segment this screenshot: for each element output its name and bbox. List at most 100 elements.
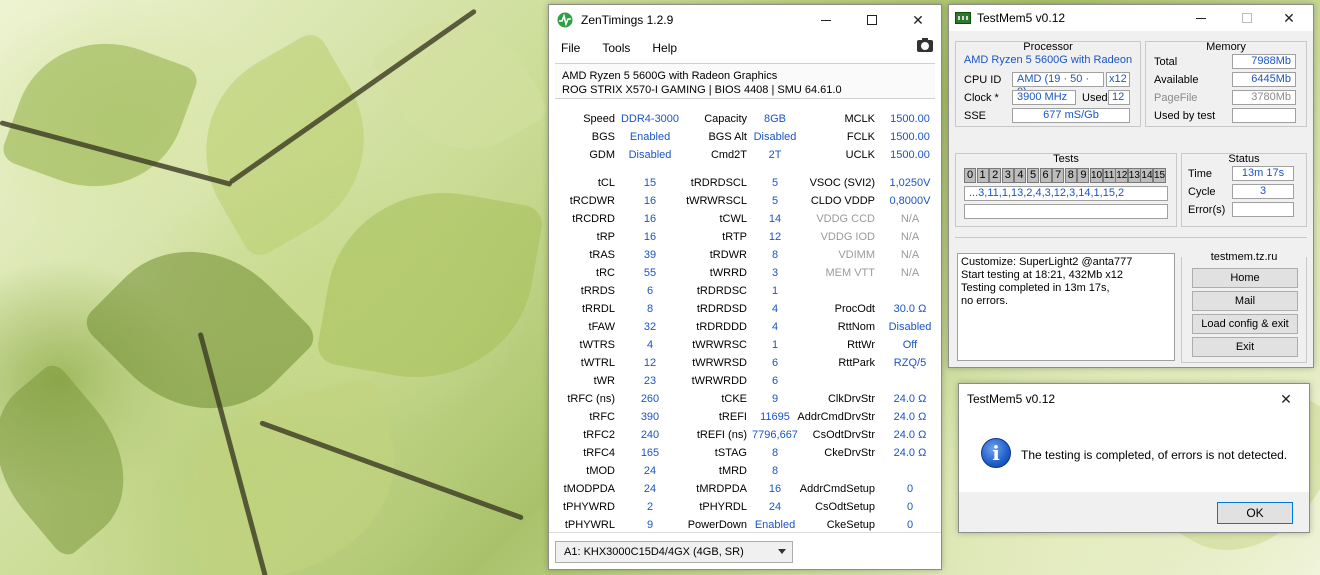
timing-label: tRFC (ns) [567,393,615,405]
timing-value: 8 [771,447,779,459]
test-cell: 12 [1115,168,1129,183]
tm-close-button[interactable]: ✕ [1269,5,1309,31]
dialog-close-button[interactable]: ✕ [1263,384,1309,414]
menu-help[interactable]: Help [652,41,677,55]
processor-name: AMD Ryzen 5 5600G with Radeon [963,54,1133,66]
used-by-test-label: Used by test [1154,110,1216,122]
test-cell: 8 [1064,168,1077,183]
timing-label: tWRWRSD [692,357,747,369]
menu-file[interactable]: File [561,41,580,55]
timing-value: 14 [768,213,782,225]
zentimings-app-icon [557,12,573,28]
testmem-window: TestMem5 v0.12 ✕ Processor AMD Ryzen 5 5… [948,4,1314,368]
timing-value: 7796,667 [752,429,798,441]
footer-divider [549,532,941,533]
timing-label: tMOD [586,465,615,477]
test-cell: 13 [1127,168,1141,183]
mail-button[interactable]: Mail [1192,291,1298,311]
param-label: AddrCmdSetup [799,483,875,495]
test-progress [964,204,1168,219]
errors-value [1232,202,1294,217]
param-value: 1500.00 [890,131,930,143]
timing-value: 2 [646,501,654,513]
timing-label: tRCDWR [569,195,615,207]
timing-label: tRC [596,267,615,279]
timing-row: tRAS 39 tRDWR 8 VDIMM N/A [555,247,937,265]
timing-label: tRFC [589,411,615,423]
time-label: Time [1188,168,1213,180]
timing-value: 390 [640,411,660,423]
timing-row: tMODPDA 24 tMRDPDA 16 AddrCmdSetup 0 [555,481,937,499]
timing-label: tCWL [719,213,748,225]
menu-bar: File Tools Help [549,35,941,61]
timing-label: BGS [591,131,615,143]
param-label: MCLK [844,113,875,125]
param-label: CkeSetup [826,519,875,531]
zentimings-titlebar[interactable]: ZenTimings 1.2.9 ✕ [549,5,941,35]
timing-row: BGS Enabled BGS Alt Disabled FCLK 1500.00 [555,129,937,147]
screenshot-camera-icon[interactable] [917,38,933,52]
timing-value: 8GB [763,113,786,125]
clock-value: 3900 MHz [1012,90,1076,105]
timings-grid: Speed DDR4-3000 Capacity 8GB MCLK 1500.00 BGS E… [555,111,937,535]
timing-value: 2T [768,149,782,161]
timing-value: 16 [643,213,657,225]
testmem-titlebar[interactable]: TestMem5 v0.12 ✕ [949,5,1313,31]
timing-row: tRFC (ns) 260 tCKE 9 ClkDrvStr 24.0 Ω [555,391,937,409]
maximize-button[interactable] [849,5,895,35]
time-value: 13m 17s [1232,166,1294,181]
close-button[interactable]: ✕ [895,5,941,35]
param-label: RttWr [847,339,875,351]
test-cell: 0 [964,168,976,183]
timing-label: tRRDS [580,285,615,297]
load-config-exit-button[interactable]: Load config & exit [1192,314,1298,334]
timing-value: 6 [771,357,779,369]
tests-group-label: Tests [1053,153,1079,165]
status-group-label: Status [1228,153,1260,165]
timing-label: GDM [589,149,615,161]
timing-row: tWTRL 12 tWRWRSD 6 RttPark RZQ/5 [555,355,937,373]
tm-minimize-button[interactable] [1181,5,1221,31]
dialog-body: i The testing is completed, of errors is… [959,414,1309,492]
timing-value: 23 [643,375,657,387]
param-value: 24.0 Ω [893,411,927,423]
timing-value: 5 [771,195,779,207]
clock-label: Clock * [964,92,999,104]
timing-row: tFAW 32 tRDRDDD 4 RttNom Disabled [555,319,937,337]
timing-label: tWTRS [579,339,615,351]
dialog-titlebar[interactable]: TestMem5 v0.12 ✕ [959,384,1309,414]
menu-tools[interactable]: Tools [602,41,630,55]
timing-row: tCL 15 tRDRDSCL 5 VSOC (SVI2) 1,0250V [555,175,937,193]
param-value: Disabled [888,321,932,333]
param-label: RttPark [838,357,875,369]
ok-button[interactable]: OK [1217,502,1293,524]
test-cell: 14 [1140,168,1154,183]
param-value: N/A [900,267,920,279]
status-group: Status Time 13m 17s Cycle 3 Error(s) [1181,153,1307,227]
dimm-module-select[interactable]: A1: KHX3000C15D4/4GX (4GB, SR) [555,541,793,563]
timing-value: 15 [643,177,657,189]
used-threads-value: 12 [1108,90,1130,105]
test-cell: 2 [989,168,1002,183]
param-value: 1500.00 [890,149,930,161]
exit-button[interactable]: Exit [1192,337,1298,357]
test-cell: 1 [976,168,989,183]
sse-value: 677 mS/Gb [1012,108,1130,123]
test-sequence: ...3,11,1,13,2,4,3,12,3,14,1,15,2 [964,186,1168,201]
timing-label: tWRWRSCL [686,195,747,207]
site-group-label: testmem.tz.ru [1182,251,1306,263]
timing-row: tWR 23 tWRWRDD 6 [555,373,937,391]
pagefile-label: PageFile [1154,92,1198,104]
timing-value: 6 [646,285,654,297]
cpu-id-value: AMD (19 · 50 · 0) [1012,72,1104,98]
timing-label: tRDWR [709,249,747,261]
minimize-button[interactable] [803,5,849,35]
cpu-threads-value: x12 [1106,72,1130,87]
close-icon: ✕ [1283,9,1295,26]
total-label: Total [1154,56,1178,68]
home-button[interactable]: Home [1192,268,1298,288]
timing-value: 55 [643,267,657,279]
test-cell: 9 [1077,168,1090,183]
dimm-module-value: A1: KHX3000C15D4/4GX (4GB, SR) [564,546,744,558]
cpu-name: AMD Ryzen 5 5600G with Radeon Graphics [562,70,778,82]
